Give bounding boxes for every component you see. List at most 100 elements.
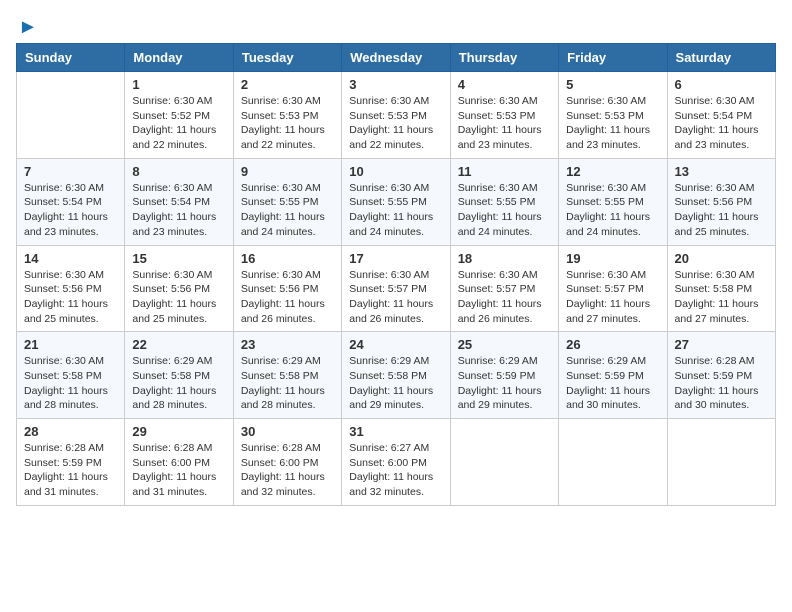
- cell-info: Sunrise: 6:27 AM Sunset: 6:00 PM Dayligh…: [349, 441, 442, 500]
- day-number: 1: [132, 77, 225, 92]
- day-number: 19: [566, 251, 659, 266]
- cell-info: Sunrise: 6:30 AM Sunset: 5:56 PM Dayligh…: [675, 181, 768, 240]
- calendar-cell: 26 Sunrise: 6:29 AM Sunset: 5:59 PM Dayli…: [559, 332, 667, 419]
- cell-info: Sunrise: 6:30 AM Sunset: 5:57 PM Dayligh…: [349, 268, 442, 327]
- calendar-table: SundayMondayTuesdayWednesdayThursdayFrid…: [16, 43, 776, 506]
- calendar-cell: 22 Sunrise: 6:29 AM Sunset: 5:58 PM Dayli…: [125, 332, 233, 419]
- cell-info: Sunrise: 6:30 AM Sunset: 5:54 PM Dayligh…: [132, 181, 225, 240]
- calendar-cell: 17Sunrise: 6:30 AM Sunset: 5:57 PM Dayli…: [342, 245, 450, 332]
- col-header-tuesday: Tuesday: [233, 44, 341, 72]
- calendar-cell: 3 Sunrise: 6:30 AM Sunset: 5:53 PM Daylig…: [342, 72, 450, 159]
- day-number: 31: [349, 424, 442, 439]
- cell-info: Sunrise: 6:29 AM Sunset: 5:59 PM Dayligh…: [458, 354, 551, 413]
- calendar-cell: 27Sunrise: 6:28 AM Sunset: 5:59 PM Dayli…: [667, 332, 775, 419]
- day-number: 27: [675, 337, 768, 352]
- day-number: 2: [241, 77, 334, 92]
- calendar-cell: 1 Sunrise: 6:30 AM Sunset: 5:52 PM Daylig…: [125, 72, 233, 159]
- cell-info: Sunrise: 6:28 AM Sunset: 5:59 PM Dayligh…: [24, 441, 117, 500]
- day-number: 11: [458, 164, 551, 179]
- calendar-cell: 24 Sunrise: 6:29 AM Sunset: 5:58 PM Dayli…: [342, 332, 450, 419]
- day-number: 3: [349, 77, 442, 92]
- cell-info: Sunrise: 6:30 AM Sunset: 5:57 PM Dayligh…: [566, 268, 659, 327]
- day-number: 8: [132, 164, 225, 179]
- calendar-cell: [17, 72, 125, 159]
- cell-info: Sunrise: 6:30 AM Sunset: 5:56 PM Dayligh…: [241, 268, 334, 327]
- day-number: 30: [241, 424, 334, 439]
- cell-info: Sunrise: 6:30 AM Sunset: 5:54 PM Dayligh…: [675, 94, 768, 153]
- day-number: 20: [675, 251, 768, 266]
- calendar-cell: 6 Sunrise: 6:30 AM Sunset: 5:54 PM Daylig…: [667, 72, 775, 159]
- col-header-saturday: Saturday: [667, 44, 775, 72]
- cell-info: Sunrise: 6:30 AM Sunset: 5:56 PM Dayligh…: [24, 268, 117, 327]
- calendar-cell: 9Sunrise: 6:30 AM Sunset: 5:55 PM Daylig…: [233, 158, 341, 245]
- calendar-cell: 28 Sunrise: 6:28 AM Sunset: 5:59 PM Dayli…: [17, 419, 125, 506]
- calendar-cell: 8 Sunrise: 6:30 AM Sunset: 5:54 PM Daylig…: [125, 158, 233, 245]
- cell-info: Sunrise: 6:29 AM Sunset: 5:59 PM Dayligh…: [566, 354, 659, 413]
- calendar-cell: 30 Sunrise: 6:28 AM Sunset: 6:00 PM Dayli…: [233, 419, 341, 506]
- calendar-cell: 7 Sunrise: 6:30 AM Sunset: 5:54 PM Daylig…: [17, 158, 125, 245]
- col-header-wednesday: Wednesday: [342, 44, 450, 72]
- day-number: 4: [458, 77, 551, 92]
- calendar-cell: 2 Sunrise: 6:30 AM Sunset: 5:53 PM Daylig…: [233, 72, 341, 159]
- day-number: 7: [24, 164, 117, 179]
- day-number: 5: [566, 77, 659, 92]
- cell-info: Sunrise: 6:29 AM Sunset: 5:58 PM Dayligh…: [349, 354, 442, 413]
- day-number: 16: [241, 251, 334, 266]
- day-number: 28: [24, 424, 117, 439]
- day-number: 21: [24, 337, 117, 352]
- calendar-cell: 13 Sunrise: 6:30 AM Sunset: 5:56 PM Dayli…: [667, 158, 775, 245]
- logo-icon: ►: [18, 16, 38, 39]
- day-number: 18: [458, 251, 551, 266]
- day-number: 29: [132, 424, 225, 439]
- cell-info: Sunrise: 6:30 AM Sunset: 5:53 PM Dayligh…: [241, 94, 334, 153]
- cell-info: Sunrise: 6:30 AM Sunset: 5:56 PM Dayligh…: [132, 268, 225, 327]
- calendar-cell: [450, 419, 558, 506]
- calendar-cell: [559, 419, 667, 506]
- day-number: 22: [132, 337, 225, 352]
- day-number: 26: [566, 337, 659, 352]
- calendar-cell: 20 Sunrise: 6:30 AM Sunset: 5:58 PM Dayli…: [667, 245, 775, 332]
- cell-info: Sunrise: 6:30 AM Sunset: 5:58 PM Dayligh…: [24, 354, 117, 413]
- col-header-friday: Friday: [559, 44, 667, 72]
- col-header-sunday: Sunday: [17, 44, 125, 72]
- day-number: 12: [566, 164, 659, 179]
- calendar-cell: 15 Sunrise: 6:30 AM Sunset: 5:56 PM Dayli…: [125, 245, 233, 332]
- calendar-cell: 23 Sunrise: 6:29 AM Sunset: 5:58 PM Dayli…: [233, 332, 341, 419]
- calendar-cell: 19 Sunrise: 6:30 AM Sunset: 5:57 PM Dayli…: [559, 245, 667, 332]
- cell-info: Sunrise: 6:28 AM Sunset: 6:00 PM Dayligh…: [241, 441, 334, 500]
- cell-info: Sunrise: 6:30 AM Sunset: 5:55 PM Dayligh…: [349, 181, 442, 240]
- day-number: 24: [349, 337, 442, 352]
- cell-info: Sunrise: 6:30 AM Sunset: 5:55 PM Dayligh…: [566, 181, 659, 240]
- col-header-monday: Monday: [125, 44, 233, 72]
- calendar-cell: 4 Sunrise: 6:30 AM Sunset: 5:53 PM Daylig…: [450, 72, 558, 159]
- cell-info: Sunrise: 6:30 AM Sunset: 5:52 PM Dayligh…: [132, 94, 225, 153]
- cell-info: Sunrise: 6:30 AM Sunset: 5:53 PM Dayligh…: [458, 94, 551, 153]
- day-number: 6: [675, 77, 768, 92]
- logo: ►: [16, 16, 38, 35]
- cell-info: Sunrise: 6:30 AM Sunset: 5:58 PM Dayligh…: [675, 268, 768, 327]
- calendar-cell: 25Sunrise: 6:29 AM Sunset: 5:59 PM Dayli…: [450, 332, 558, 419]
- day-number: 13: [675, 164, 768, 179]
- cell-info: Sunrise: 6:30 AM Sunset: 5:57 PM Dayligh…: [458, 268, 551, 327]
- cell-info: Sunrise: 6:30 AM Sunset: 5:55 PM Dayligh…: [458, 181, 551, 240]
- calendar-cell: [667, 419, 775, 506]
- calendar-cell: 31 Sunrise: 6:27 AM Sunset: 6:00 PM Dayli…: [342, 419, 450, 506]
- calendar-cell: 21 Sunrise: 6:30 AM Sunset: 5:58 PM Dayli…: [17, 332, 125, 419]
- cell-info: Sunrise: 6:30 AM Sunset: 5:53 PM Dayligh…: [566, 94, 659, 153]
- cell-info: Sunrise: 6:29 AM Sunset: 5:58 PM Dayligh…: [132, 354, 225, 413]
- calendar-cell: 10 Sunrise: 6:30 AM Sunset: 5:55 PM Dayli…: [342, 158, 450, 245]
- calendar-cell: 14Sunrise: 6:30 AM Sunset: 5:56 PM Dayli…: [17, 245, 125, 332]
- calendar-cell: 12 Sunrise: 6:30 AM Sunset: 5:55 PM Dayli…: [559, 158, 667, 245]
- day-number: 23: [241, 337, 334, 352]
- day-number: 15: [132, 251, 225, 266]
- day-number: 10: [349, 164, 442, 179]
- page-header: ►: [16, 16, 776, 35]
- calendar-cell: 5 Sunrise: 6:30 AM Sunset: 5:53 PM Daylig…: [559, 72, 667, 159]
- calendar-cell: 29Sunrise: 6:28 AM Sunset: 6:00 PM Dayli…: [125, 419, 233, 506]
- day-number: 9: [241, 164, 334, 179]
- cell-info: Sunrise: 6:30 AM Sunset: 5:53 PM Dayligh…: [349, 94, 442, 153]
- calendar-cell: 18 Sunrise: 6:30 AM Sunset: 5:57 PM Dayli…: [450, 245, 558, 332]
- calendar-cell: 16 Sunrise: 6:30 AM Sunset: 5:56 PM Dayli…: [233, 245, 341, 332]
- cell-info: Sunrise: 6:30 AM Sunset: 5:54 PM Dayligh…: [24, 181, 117, 240]
- cell-info: Sunrise: 6:29 AM Sunset: 5:58 PM Dayligh…: [241, 354, 334, 413]
